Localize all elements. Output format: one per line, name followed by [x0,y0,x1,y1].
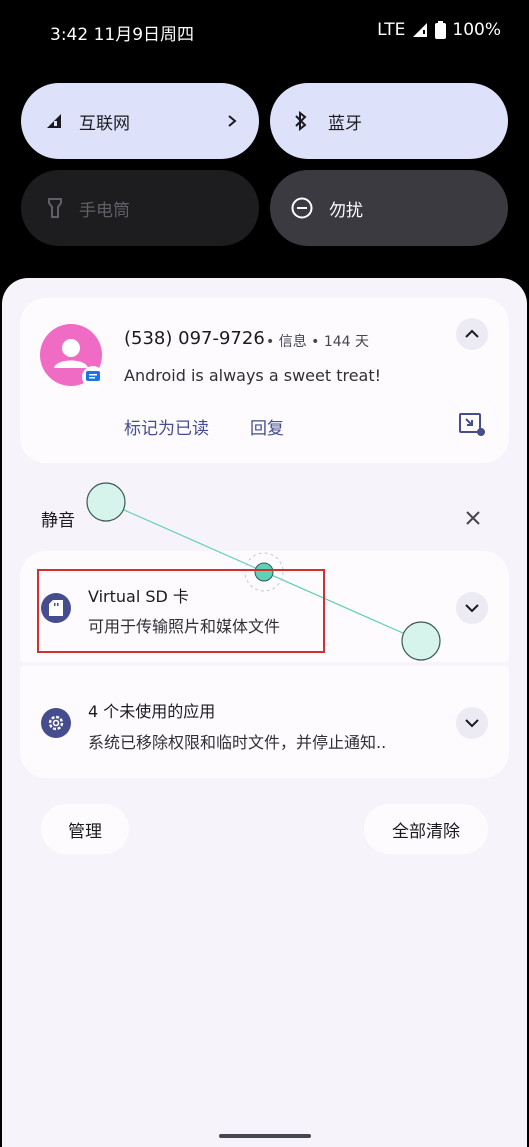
status-time: 3:42 11月9日周四 [50,25,195,45]
manage-button-label: 管理 [68,821,102,842]
tile-internet-label: 互联网 [79,113,130,134]
tile-dnd[interactable]: 勿扰 [270,170,508,246]
status-bar: 3:42 11月9日周四 LTE 100% [0,0,529,64]
manage-button[interactable]: 管理 [41,804,129,854]
chevron-down-icon [465,719,479,728]
tile-flashlight-label: 手电筒 [79,200,130,221]
message-icon [86,371,100,381]
bluetooth-icon [295,111,307,131]
message-sender: (538) 097-9726 [124,328,265,349]
clear-all-button[interactable]: 全部清除 [364,804,488,854]
message-text: Android is always a sweet treat! [124,366,382,385]
tile-flashlight[interactable]: 手电筒 [21,170,259,246]
bubble-icon[interactable] [459,413,485,437]
highlight-box [37,569,325,653]
chevron-up-icon [465,329,479,338]
clear-all-button-label: 全部清除 [392,821,460,842]
network-type: LTE [377,20,406,40]
unused-apps-notification[interactable]: 4 个未使用的应用 系统已移除权限和临时文件，并停止通知.. [20,666,509,778]
settings-app-icon [41,708,71,738]
tile-bluetooth-label: 蓝牙 [328,113,362,134]
tile-internet[interactable]: 互联网 [21,83,259,159]
signal-icon [413,23,428,37]
mark-read-button[interactable]: 标记为已读 [124,414,209,439]
tile-bluetooth[interactable]: 蓝牙 [270,83,508,159]
collapse-button[interactable] [456,318,488,350]
unused-apps-text: 系统已移除权限和临时文件，并停止通知.. [88,733,387,752]
gesture-nav-handle[interactable] [219,1134,311,1138]
message-meta: • 信息 • 144 天 [266,334,370,350]
message-app-badge [82,366,104,388]
silent-section-header: 静音 [41,511,75,531]
status-right: LTE 100% [377,20,501,40]
battery-icon [435,21,447,39]
expand-button[interactable] [456,592,488,624]
close-icon[interactable] [466,511,480,525]
tile-dnd-label: 勿扰 [329,200,363,221]
dnd-icon [291,197,313,219]
unused-apps-title: 4 个未使用的应用 [88,702,216,721]
flashlight-icon [48,198,62,218]
chevron-right-icon [228,115,237,127]
gear-icon [48,715,64,731]
battery-percent: 100% [452,20,501,40]
signal-icon [47,114,61,128]
message-notification[interactable]: (538) 097-9726 • 信息 • 144 天 Android is a… [20,298,509,463]
chevron-down-icon [465,604,479,613]
reply-button[interactable]: 回复 [250,414,284,439]
expand-button[interactable] [456,707,488,739]
